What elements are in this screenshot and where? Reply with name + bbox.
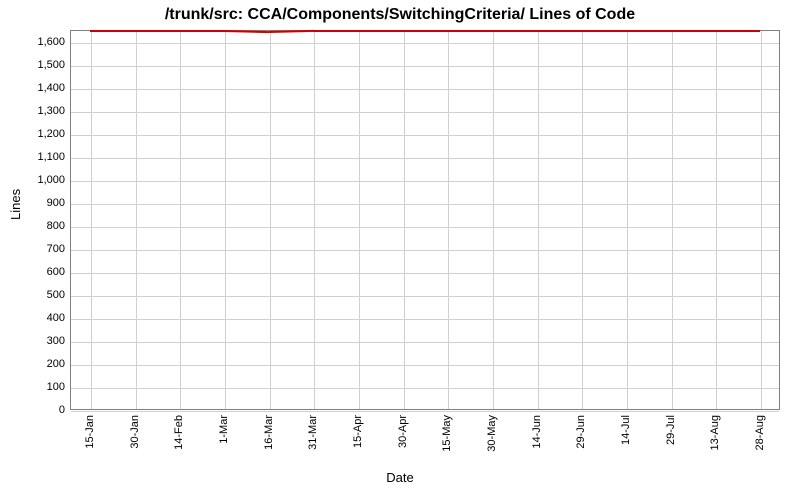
series-segment <box>492 30 537 32</box>
y-gridline <box>71 158 779 159</box>
y-gridline <box>71 388 779 389</box>
y-tick-label: 400 <box>10 312 65 324</box>
series-segment <box>358 30 403 32</box>
series-segment <box>135 30 180 32</box>
x-tick-label: 15-May <box>441 415 453 452</box>
y-tick-label: 600 <box>10 266 65 278</box>
x-gridline <box>91 31 92 409</box>
x-gridline <box>493 31 494 409</box>
y-tick-label: 0 <box>10 404 65 416</box>
x-gridline <box>448 31 449 409</box>
x-tick-label: 15-Jan <box>84 415 96 449</box>
y-gridline <box>71 296 779 297</box>
y-tick-label: 1,600 <box>10 36 65 48</box>
series-segment <box>626 30 671 32</box>
x-gridline <box>404 31 405 409</box>
y-gridline <box>71 342 779 343</box>
x-tick-label: 30-Apr <box>397 415 409 448</box>
series-segment <box>537 30 582 32</box>
y-gridline <box>71 319 779 320</box>
y-gridline <box>71 135 779 136</box>
x-gridline <box>582 31 583 409</box>
plot-area <box>70 30 780 410</box>
y-tick-label: 1,100 <box>10 151 65 163</box>
loc-line-chart: /trunk/src: CCA/Components/SwitchingCrit… <box>0 0 800 500</box>
series-segment <box>179 30 224 32</box>
y-gridline <box>71 273 779 274</box>
x-gridline <box>538 31 539 409</box>
y-tick-label: 700 <box>10 243 65 255</box>
x-axis-title: Date <box>0 470 800 485</box>
x-gridline <box>359 31 360 409</box>
y-tick-label: 1,300 <box>10 105 65 117</box>
x-tick-label: 14-Jul <box>620 415 632 445</box>
chart-title: /trunk/src: CCA/Components/SwitchingCrit… <box>0 6 800 24</box>
x-gridline <box>627 31 628 409</box>
y-gridline <box>71 66 779 67</box>
x-tick-label: 29-Jun <box>575 415 587 449</box>
y-tick-label: 100 <box>10 381 65 393</box>
series-segment <box>715 30 760 32</box>
y-tick-label: 1,000 <box>10 174 65 186</box>
x-tick-label: 1-Mar <box>218 415 230 444</box>
series-segment <box>313 30 358 32</box>
x-tick-label: 30-Jan <box>129 415 141 449</box>
x-tick-label: 14-Feb <box>173 415 185 450</box>
x-gridline <box>225 31 226 409</box>
x-tick-label: 29-Jul <box>665 415 677 445</box>
y-gridline <box>71 112 779 113</box>
x-tick-label: 28-Aug <box>754 415 766 450</box>
y-gridline <box>71 411 779 412</box>
x-gridline <box>314 31 315 409</box>
y-gridline <box>71 227 779 228</box>
series-segment <box>90 30 135 32</box>
y-tick-label: 900 <box>10 197 65 209</box>
series-segment <box>671 30 716 32</box>
x-tick-label: 30-May <box>486 415 498 452</box>
y-tick-label: 1,500 <box>10 59 65 71</box>
x-gridline <box>761 31 762 409</box>
series-segment <box>447 30 492 32</box>
y-tick-label: 1,200 <box>10 128 65 140</box>
y-gridline <box>71 43 779 44</box>
x-tick-label: 15-Apr <box>352 415 364 448</box>
x-gridline <box>180 31 181 409</box>
x-tick-label: 13-Aug <box>709 415 721 450</box>
series-segment <box>581 30 626 32</box>
x-tick-label: 14-Jun <box>531 415 543 449</box>
x-gridline <box>270 31 271 409</box>
y-tick-label: 300 <box>10 335 65 347</box>
y-tick-label: 1,400 <box>10 82 65 94</box>
y-gridline <box>71 250 779 251</box>
y-tick-label: 200 <box>10 358 65 370</box>
y-gridline <box>71 365 779 366</box>
x-gridline <box>136 31 137 409</box>
y-gridline <box>71 89 779 90</box>
x-tick-label: 16-Mar <box>263 415 275 450</box>
y-tick-label: 800 <box>10 220 65 232</box>
x-gridline <box>716 31 717 409</box>
y-gridline <box>71 181 779 182</box>
x-gridline <box>672 31 673 409</box>
series-segment <box>403 30 448 32</box>
y-gridline <box>71 204 779 205</box>
y-tick-label: 500 <box>10 289 65 301</box>
x-tick-label: 31-Mar <box>307 415 319 450</box>
